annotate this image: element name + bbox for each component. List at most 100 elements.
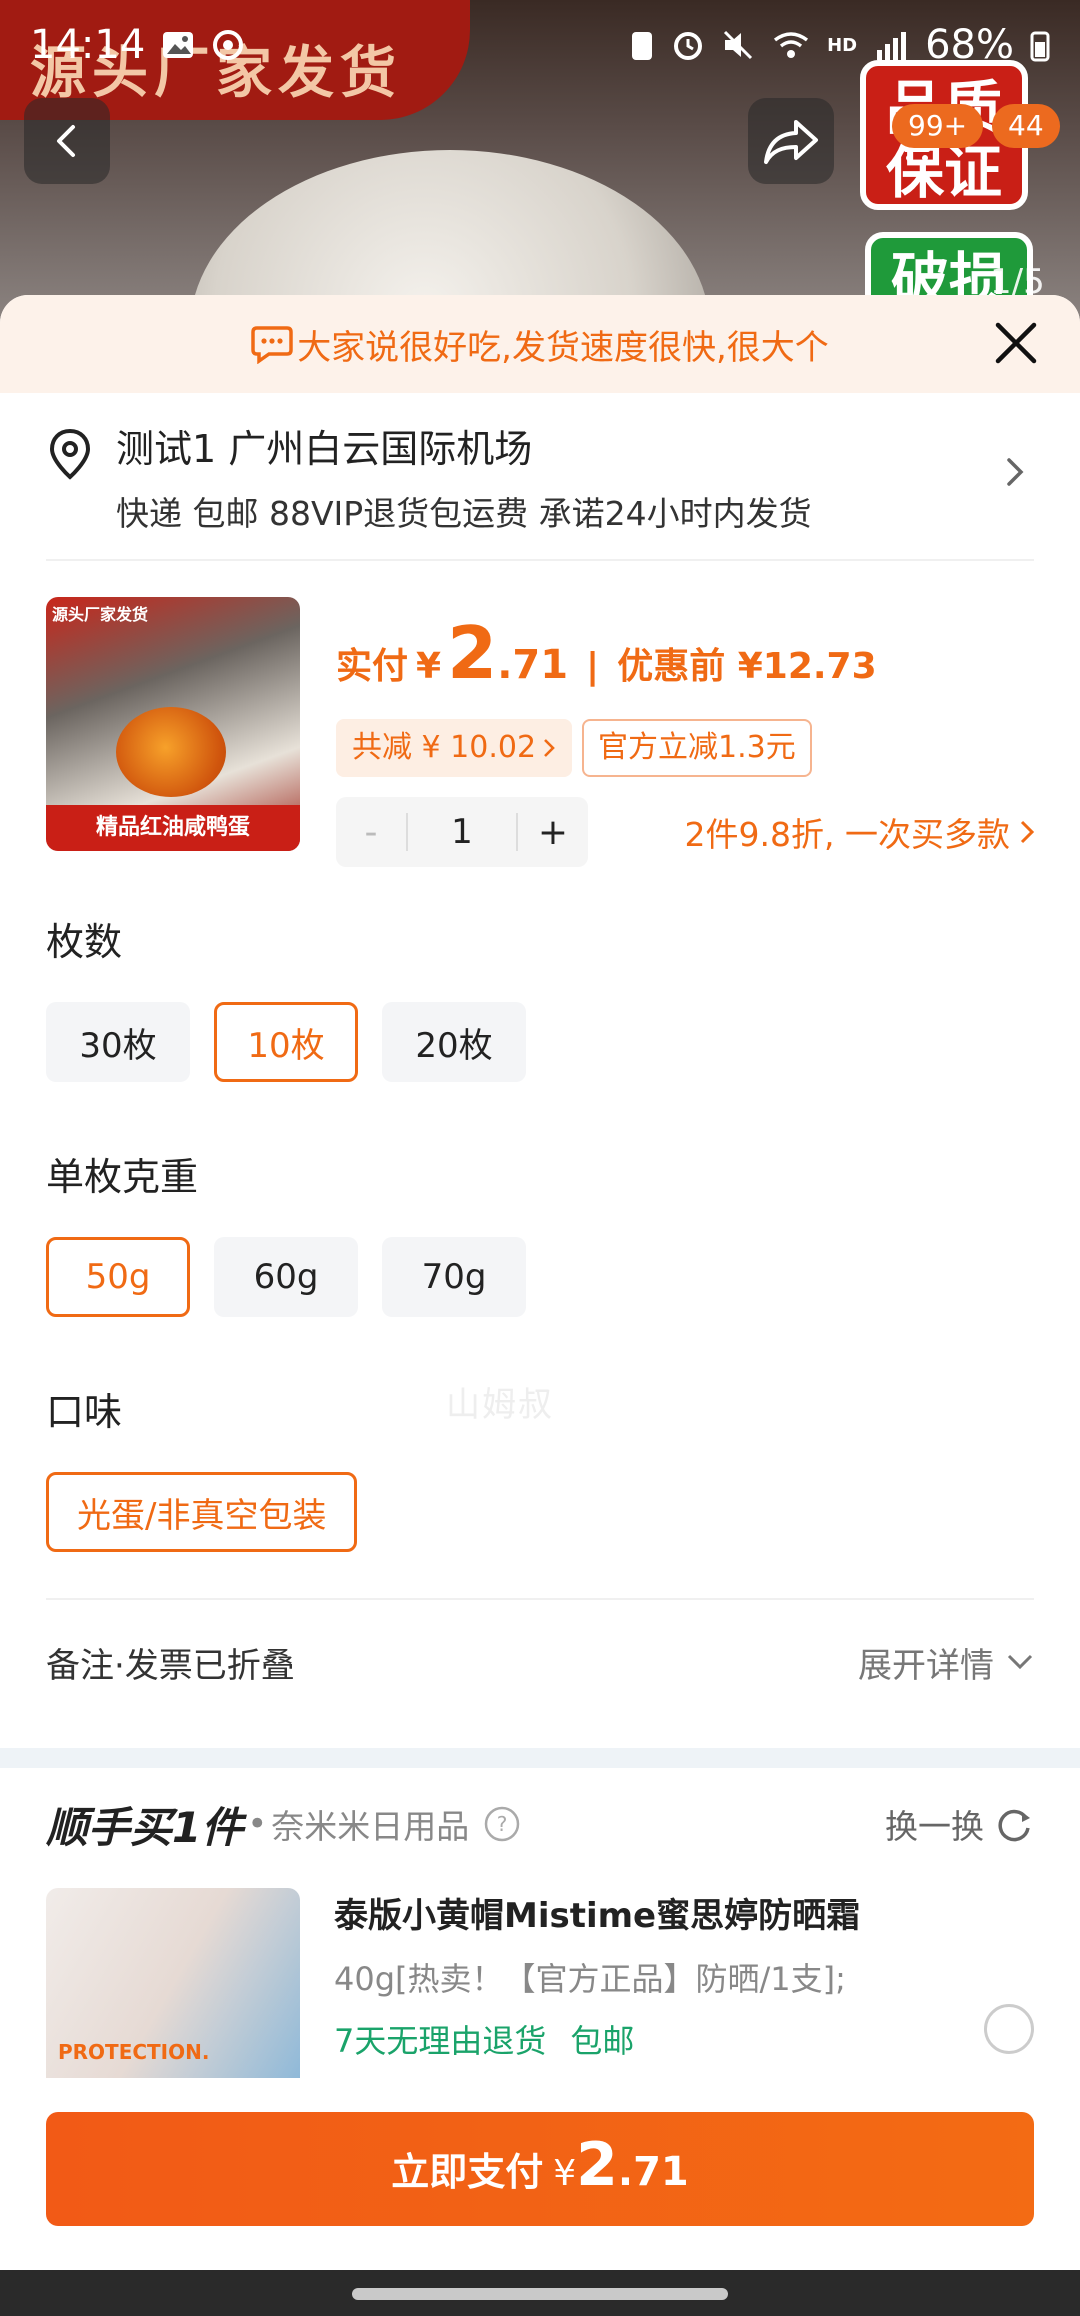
remarks-row[interactable]: 备注·发票已折叠 展开详情 xyxy=(46,1598,1034,1724)
signal-icon xyxy=(877,32,907,60)
cart-count-badge: 99+ xyxy=(892,104,984,148)
close-icon[interactable] xyxy=(990,317,1042,369)
weight-option-50g[interactable]: 50g xyxy=(46,1237,190,1317)
svg-text:?: ? xyxy=(497,1812,508,1836)
official-discount-tag: 官方立减1.3元 xyxy=(582,719,812,777)
chevron-right-small-icon xyxy=(544,739,555,757)
add-on-tags: 7天无理由退货 包邮 xyxy=(334,2016,634,2062)
thumb-label: 精品红油咸鸭蛋 xyxy=(46,805,300,851)
price-symbol: ¥ xyxy=(416,646,442,687)
add-on-thumb-text: PROTECTION. xyxy=(58,2040,210,2064)
egg-yolk-image xyxy=(116,707,226,797)
weight-title: 单枚克重 xyxy=(46,1155,199,1199)
review-text: 大家说很好吃,发货速度很快,很大个 xyxy=(297,327,829,368)
price-decimal: .71 xyxy=(497,642,569,688)
review-bar: 大家说很好吃,发货速度很快,很大个 xyxy=(0,295,1080,393)
total-discount-text: 共减 ¥ 10.02 xyxy=(352,730,537,765)
return-policy-tag: 7天无理由退货 xyxy=(334,2022,547,2060)
quantity-value[interactable]: 1 xyxy=(406,813,518,851)
add-on-title: 顺手买1件 xyxy=(46,1802,244,1852)
total-discount-tag[interactable]: 共减 ¥ 10.02 xyxy=(336,719,573,777)
pay-decimal: .71 xyxy=(617,2149,689,2195)
flavor-option-plain[interactable]: 光蛋/非真空包装 xyxy=(46,1472,358,1552)
address-title: 测试1 广州白云国际机场 xyxy=(116,427,533,471)
expand-details[interactable]: 展开详情 xyxy=(858,1638,1034,1687)
status-right: HD 68% xyxy=(629,22,1050,68)
chevron-left-icon xyxy=(57,125,75,157)
weight-option-70g[interactable]: 70g xyxy=(382,1237,526,1317)
chevron-down-icon xyxy=(1007,1654,1033,1670)
gallery-icon xyxy=(163,32,194,58)
remarks-label: 备注·发票已折叠 xyxy=(46,1645,295,1686)
add-on-item[interactable]: PROTECTION. 泰版小黄帽Mistime蜜思婷防晒霜 40g[热卖！【官… xyxy=(46,1888,1034,2088)
alarm-icon xyxy=(674,32,703,60)
home-indicator[interactable] xyxy=(352,2288,728,2300)
product-summary: 源头厂家发货 精品红油咸鸭蛋 实付 ¥ 2 .71 | 优惠前 ¥12.73 共… xyxy=(46,561,1035,867)
count-option-10[interactable]: 10枚 xyxy=(214,1002,358,1082)
battery-icon xyxy=(1030,31,1050,62)
add-on-name: 泰版小黄帽Mistime蜜思婷防晒霜 xyxy=(334,1896,861,1936)
promo-text: 2件9.8折, 一次买多款 xyxy=(684,815,1010,854)
count-title: 枚数 xyxy=(46,920,123,964)
free-shipping-tag: 包邮 xyxy=(570,2022,635,2060)
price-row: 实付 ¥ 2 .71 | 优惠前 ¥12.73 xyxy=(336,611,877,695)
original-price: 优惠前 ¥12.73 xyxy=(617,646,877,687)
multi-buy-promo[interactable]: 2件9.8折, 一次买多款 xyxy=(685,808,1036,856)
add-on-select-radio[interactable] xyxy=(984,2004,1034,2054)
add-on-section: 顺手买1件 • 奈米米日用品 ? 换一换 PROTECTION. 泰版小黄帽Mi… xyxy=(46,1776,1034,2088)
watermark: 山姆叔 xyxy=(446,1385,554,1425)
decrease-button[interactable]: - xyxy=(336,812,406,853)
quantity-stepper: - 1 + xyxy=(336,797,588,867)
weight-option-60g[interactable]: 60g xyxy=(214,1237,358,1317)
pay-label: 立即支付 xyxy=(391,2150,544,2194)
price-integer: 2 xyxy=(447,611,498,695)
back-button[interactable] xyxy=(24,98,110,184)
price-separator: | xyxy=(586,646,600,687)
battery-saver-icon xyxy=(632,32,653,60)
thumb-top-text: 源头厂家发货 xyxy=(52,605,149,624)
location-pin-icon xyxy=(49,428,91,480)
pay-symbol: ¥ xyxy=(553,2153,577,2194)
sync-icon xyxy=(213,30,244,60)
share-icon xyxy=(764,120,818,164)
battery-text: 68% xyxy=(925,22,1014,68)
quantity-row: - 1 + 2件9.8折, 一次买多款 xyxy=(336,797,1036,867)
purchase-sheet: 大家说很好吃,发货速度很快,很大个 测试1 广州白云国际机场 快递 包邮 88V… xyxy=(0,295,1080,2270)
expand-text: 展开详情 xyxy=(858,1645,994,1686)
increase-button[interactable]: + xyxy=(518,812,588,853)
add-on-dot: • xyxy=(247,1804,268,1844)
section-divider xyxy=(0,1748,1080,1768)
count-options: 30枚 10枚 20枚 xyxy=(46,1002,1034,1082)
address-row[interactable]: 测试1 广州白云国际机场 快递 包邮 88VIP退货包运费 承诺24小时内发货 xyxy=(46,393,1034,561)
pay-integer: 2 xyxy=(576,2130,618,2200)
wifi-icon xyxy=(774,32,809,58)
chat-bubble-icon xyxy=(251,326,293,364)
hd-indicator: HD xyxy=(827,34,858,56)
status-bar: 14:14 HD 68% xyxy=(0,0,1080,90)
add-on-shop: 奈米米日用品 xyxy=(271,1807,470,1846)
weight-options: 50g 60g 70g xyxy=(46,1237,1034,1317)
add-on-spec: 40g[热卖！【官方正品】防晒/1支]; xyxy=(334,1960,846,1998)
swap-button[interactable]: 换一换 xyxy=(885,1800,1034,1848)
price-label: 实付 xyxy=(336,646,409,687)
count-option-20[interactable]: 20枚 xyxy=(382,1002,526,1082)
help-icon[interactable]: ? xyxy=(483,1805,521,1843)
pay-now-button[interactable]: 立即支付 ¥ 2 .71 xyxy=(46,2112,1034,2226)
flavor-options: 光蛋/非真空包装 xyxy=(46,1472,1034,1552)
status-time: 14:14 xyxy=(30,22,146,68)
message-count-badge: 44 xyxy=(992,104,1060,148)
count-section: 枚数 30枚 10枚 20枚 xyxy=(46,911,1034,1082)
add-on-header: 顺手买1件 • 奈米米日用品 ? 换一换 xyxy=(46,1776,1034,1872)
share-button[interactable] xyxy=(748,98,834,184)
add-on-thumbnail: PROTECTION. xyxy=(46,1888,300,2078)
weight-section: 单枚克重 50g 60g 70g xyxy=(46,1146,1034,1317)
shipping-info: 快递 包邮 88VIP退货包运费 承诺24小时内发货 xyxy=(116,494,812,533)
discount-tags: 共减 ¥ 10.02 官方立减1.3元 xyxy=(336,719,812,777)
chevron-right-icon xyxy=(1007,458,1024,486)
product-thumbnail[interactable]: 源头厂家发货 精品红油咸鸭蛋 xyxy=(46,597,300,851)
count-option-30[interactable]: 30枚 xyxy=(46,1002,190,1082)
mute-icon xyxy=(724,30,753,60)
swap-text: 换一换 xyxy=(885,1807,984,1846)
status-left: 14:14 xyxy=(30,22,245,68)
refresh-icon xyxy=(998,1809,1030,1842)
